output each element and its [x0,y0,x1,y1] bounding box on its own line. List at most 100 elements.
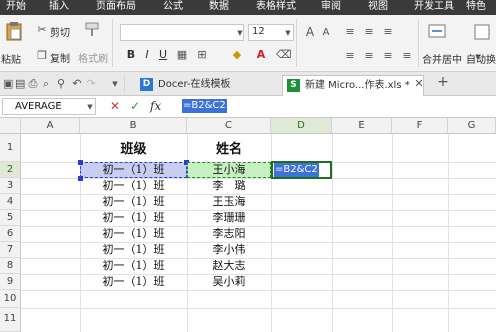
fill-color-icon[interactable]: ◆ [230,49,244,61]
column-header-f[interactable]: F [392,118,448,134]
tab-view[interactable]: 视图 [368,0,388,15]
tab-insert[interactable]: 插入 [49,0,69,15]
row-header-2[interactable]: 2 [0,162,21,178]
cell-c5[interactable]: 李珊珊 [187,210,271,226]
undo-icon[interactable]: ↶ [72,78,82,90]
chevron-down-icon[interactable]: ▼ [86,101,94,113]
cell-c9[interactable]: 吴小莉 [187,274,271,290]
chevron-down-icon: ▼ [285,29,291,37]
merge-icon[interactable]: ⊞ [195,49,209,61]
close-icon[interactable]: ✕ [414,78,424,90]
merge-center-button[interactable]: 合并居中 [422,51,462,66]
paste-button[interactable]: 粘贴 [0,17,28,69]
row-header-3[interactable]: 3 [0,178,21,194]
decrease-font-icon[interactable]: A [321,27,331,39]
cell-b9[interactable]: 初一（1）班 [80,274,187,290]
tab-docer-template[interactable]: D Docer-在线模板 [136,75,278,96]
align-middle-icon[interactable]: ≡ [362,26,376,38]
auto-wrap-button[interactable]: 自动换 [466,51,496,66]
font-name-dropdown[interactable] [120,24,244,41]
format-painter-button[interactable]: 格式刷 [78,50,108,65]
clear-format-icon[interactable]: ⌫ [276,49,292,61]
tab-table-style[interactable]: 表格样式 [256,0,296,15]
toolbar-separator [112,19,113,67]
font-color-icon[interactable]: A [254,49,268,61]
cell-b1[interactable]: 班级 [80,140,187,160]
tab-special[interactable]: 特色 [466,0,486,15]
search-icon[interactable]: ⚲ [56,78,66,90]
cell-b3[interactable]: 初一（1）班 [80,178,187,194]
row-header-4[interactable]: 4 [0,194,21,210]
chevron-down-icon: ▼ [237,29,243,37]
column-header-c[interactable]: C [187,118,271,134]
row-header-11[interactable]: 11 [0,308,21,332]
redo-icon[interactable]: ↷ [86,78,96,90]
align-right-icon[interactable]: ≡ [381,50,395,62]
cell-c7[interactable]: 李小伟 [187,242,271,258]
row-header-6[interactable]: 6 [0,226,21,242]
column-header-d[interactable]: D [271,118,332,134]
cell-b2[interactable]: 初一（1）班 [80,162,187,178]
copy-button[interactable]: 复制 [50,50,70,65]
cut-button[interactable]: 剪切 [50,24,70,39]
border-icon[interactable]: ▦ [176,49,188,61]
row-header-5[interactable]: 5 [0,210,21,226]
cell-b4[interactable]: 初一（1）班 [80,194,187,210]
tab-formula[interactable]: 公式 [163,0,183,15]
tab-home[interactable]: 开始 [6,0,26,15]
print-preview-icon[interactable]: ⌕ [41,78,51,90]
add-tab-icon[interactable]: + [436,75,450,89]
row-header-10[interactable]: 10 [0,290,21,308]
underline-icon[interactable]: U [157,49,169,61]
cell-c6[interactable]: 李志阳 [187,226,271,242]
cell-b8[interactable]: 初一（1）班 [80,258,187,274]
row-header-8[interactable]: 8 [0,258,21,274]
column-header-b[interactable]: B [80,118,187,134]
function-icon[interactable]: fx [150,99,161,114]
cancel-icon[interactable]: ✕ [110,99,120,114]
print-icon[interactable]: ⎙ [28,78,38,90]
increase-font-icon[interactable]: A [304,26,316,38]
align-top-icon[interactable]: ≡ [343,26,357,38]
align-left-icon[interactable]: ≡ [343,50,357,62]
new-icon[interactable]: ▤ [15,78,25,90]
row-header-7[interactable]: 7 [0,242,21,258]
bold-icon[interactable]: B [125,49,137,61]
name-box[interactable]: AVERAGE [2,98,96,115]
justify-icon[interactable]: ≡ [400,50,414,62]
tab-data[interactable]: 数据 [209,0,229,15]
column-header-a[interactable]: A [21,118,80,134]
gridline [332,134,333,332]
formula-input[interactable]: =B2&C2 [180,98,494,115]
row-header-9[interactable]: 9 [0,274,21,290]
cell-b6[interactable]: 初一（1）班 [80,226,187,242]
cell-b5[interactable]: 初一（1）班 [80,210,187,226]
cell-c8[interactable]: 赵大志 [187,258,271,274]
align-bottom-icon[interactable]: ≡ [381,26,395,38]
italic-icon[interactable]: I [141,49,153,61]
select-all-corner[interactable] [0,118,21,134]
chevron-down-icon[interactable]: ▼ [110,78,120,90]
cell-c3[interactable]: 李 璐 [187,178,271,194]
wrap-text-icon[interactable] [474,24,490,40]
formula-text: =B2&C2 [182,99,227,113]
save-icon[interactable]: ▣ [3,78,13,90]
cell-b7[interactable]: 初一（1）班 [80,242,187,258]
align-center-icon[interactable]: ≡ [362,50,376,62]
active-cell-d2[interactable]: =B2&C2 [271,161,332,179]
format-painter-icon[interactable] [84,21,100,37]
column-header-g[interactable]: G [448,118,496,134]
toolbar: 粘贴 ✂ 剪切 ❐ 复制 格式刷 ▼ 12 ▼ A A B I U ▦ ⊞ ◆ … [0,15,496,72]
cell-c1[interactable]: 姓名 [187,140,271,160]
tab-review[interactable]: 审阅 [321,0,341,15]
cell-c4[interactable]: 王玉海 [187,194,271,210]
tab-active-workbook[interactable]: S 新建 Micro...作表.xls * [282,75,424,96]
confirm-icon[interactable]: ✓ [130,99,140,114]
cell-c2[interactable]: 王小海 [187,162,271,178]
tab-page-layout[interactable]: 页面布局 [96,0,136,15]
column-header-e[interactable]: E [332,118,392,134]
gridline [21,308,496,309]
tab-developer[interactable]: 开发工具 [414,0,454,15]
row-header-1[interactable]: 1 [0,134,21,162]
merge-center-icon[interactable] [428,23,446,41]
